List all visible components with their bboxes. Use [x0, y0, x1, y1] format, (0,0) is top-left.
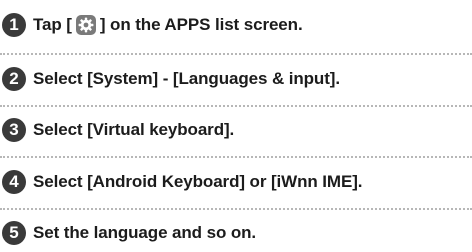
- step-text-before-icon: Tap [: [33, 15, 72, 34]
- dotted-divider: [0, 208, 472, 210]
- step-number-badge: 5: [2, 221, 26, 245]
- step-text: Select [System] - [Languages & input].: [33, 69, 340, 88]
- settings-gear-icon: [75, 14, 97, 36]
- step-text: Select [Android Keyboard] or [iWnn IME].: [33, 172, 363, 191]
- step-number-badge: 1: [2, 13, 26, 37]
- step-2: 2 Select [System] - [Languages & input].: [2, 64, 340, 94]
- dotted-divider: [0, 156, 472, 158]
- step-4: 4 Select [Android Keyboard] or [iWnn IME…: [2, 167, 363, 197]
- step-5: 5 Set the language and so on.: [2, 218, 256, 248]
- dotted-divider: [0, 105, 472, 107]
- step-text-after-icon: ] on the APPS list screen.: [99, 15, 303, 34]
- step-number-badge: 4: [2, 170, 26, 194]
- step-1: 1 Tap [] on the APPS list screen.: [2, 10, 303, 40]
- step-text: Select [Virtual keyboard].: [33, 120, 235, 139]
- step-number-badge: 3: [2, 118, 26, 142]
- step-number-badge: 2: [2, 67, 26, 91]
- dotted-divider: [0, 53, 472, 55]
- step-text: Set the language and so on.: [33, 223, 257, 242]
- step-3: 3 Select [Virtual keyboard].: [2, 115, 234, 145]
- step-text: Tap [] on the APPS list screen.: [33, 14, 303, 36]
